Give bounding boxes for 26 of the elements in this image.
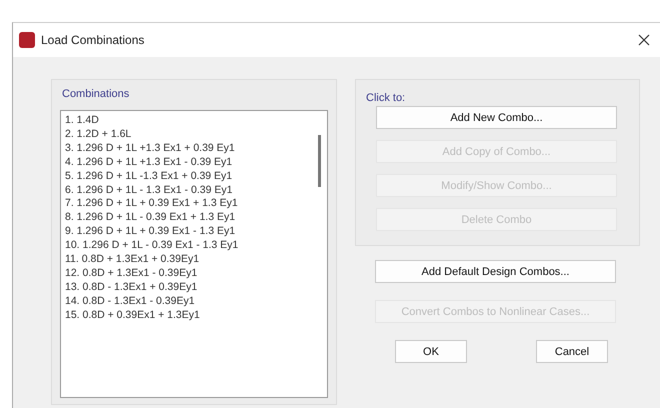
combinations-list[interactable] bbox=[60, 110, 328, 398]
list-item[interactable]: 2. 1.2D + 1.6L bbox=[63, 128, 313, 142]
list-item[interactable]: 15. 0.8D + 0.39Ex1 + 1.3Ey1 bbox=[63, 308, 313, 323]
list-item[interactable]: 7. 1.296 D + 1L + 0.39 Ex1 + 1.3 Ey1 bbox=[63, 197, 313, 212]
group-label: Click to: bbox=[366, 92, 406, 104]
list-item[interactable]: 11. 0.8D + 1.3Ex1 + 0.39Ey1 bbox=[63, 253, 313, 267]
list-item[interactable]: 14. 0.8D - 1.3Ex1 - 0.39Ey1 bbox=[63, 294, 313, 309]
scrollbar-thumb[interactable] bbox=[318, 135, 321, 187]
window-title: Load Combinations bbox=[41, 33, 146, 47]
app-logo-icon bbox=[19, 32, 35, 48]
list-item[interactable]: 1. 1.4D bbox=[63, 114, 313, 128]
dialog-button[interactable]: OK bbox=[395, 340, 467, 363]
list-item[interactable]: 8. 1.296 D + 1L - 0.39 Ex1 + 1.3 Ey1 bbox=[63, 211, 313, 226]
dialog-button[interactable]: Cancel bbox=[536, 340, 608, 363]
list-item[interactable]: 9. 1.296 D + 1L + 0.39 Ex1 - 1.3 Ey1 bbox=[63, 225, 313, 240]
action-button[interactable]: Add Default Design Combos... bbox=[375, 260, 616, 283]
list-item[interactable]: 3. 1.296 D + 1L +1.3 Ex1 + 0.39 Ey1 bbox=[63, 142, 313, 156]
list-item[interactable]: 6. 1.296 D + 1L - 1.3 Ex1 - 0.39 Ey1 bbox=[63, 184, 313, 198]
list-item[interactable]: 13. 0.8D - 1.3Ex1 + 0.39Ey1 bbox=[63, 280, 313, 295]
close-icon[interactable] bbox=[638, 34, 650, 46]
list-item[interactable]: 5. 1.296 D + 1L -1.3 Ex1 + 0.39 Ey1 bbox=[63, 170, 313, 184]
list-item[interactable]: 12. 0.8D + 1.3Ex1 - 0.39Ey1 bbox=[63, 266, 313, 281]
group-label: Combinations bbox=[62, 88, 130, 100]
list-item[interactable]: 10. 1.296 D + 1L - 0.39 Ex1 - 1.3 Ey1 bbox=[63, 239, 313, 254]
list-item[interactable]: 4. 1.296 D + 1L +1.3 Ex1 - 0.39 Ey1 bbox=[63, 156, 313, 170]
combo-button[interactable]: Add New Combo... bbox=[376, 106, 617, 129]
